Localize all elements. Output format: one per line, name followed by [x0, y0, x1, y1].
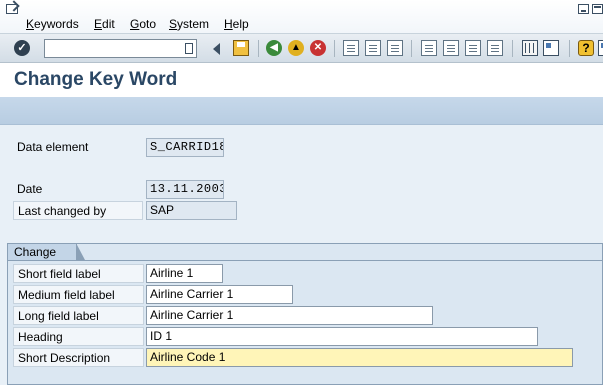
- save-icon[interactable]: [233, 40, 249, 56]
- short-field-label-input[interactable]: Airline 1: [146, 264, 223, 283]
- menu-edit[interactable]: Edit: [94, 17, 115, 31]
- last-changed-by-label: Last changed by: [13, 201, 143, 220]
- cancel-icon[interactable]: ✕: [310, 40, 326, 56]
- command-field[interactable]: [44, 39, 197, 58]
- window-controls: [578, 4, 603, 14]
- minimize-icon[interactable]: [578, 4, 589, 14]
- last-page-icon[interactable]: [487, 40, 503, 56]
- date-label: Date: [17, 182, 43, 196]
- command-history-icon[interactable]: [185, 43, 193, 54]
- print-icon[interactable]: [343, 40, 359, 56]
- layout-icon[interactable]: [598, 40, 603, 56]
- toolbar-separator: [512, 40, 513, 57]
- menu-goto[interactable]: Goto: [130, 17, 156, 31]
- last-changed-by-field: SAP: [146, 201, 237, 220]
- menu-help[interactable]: Help: [224, 17, 249, 31]
- exit-icon[interactable]: ▲: [288, 40, 304, 56]
- menu-bar: Keywords Edit Goto System Help: [0, 0, 603, 34]
- medium-field-label-label: Medium field label: [13, 285, 144, 304]
- menu-keywords[interactable]: Keywords: [26, 17, 79, 31]
- application-toolbar: [0, 97, 603, 125]
- create-session-icon[interactable]: [522, 40, 538, 56]
- next-page-icon[interactable]: [465, 40, 481, 56]
- find-icon[interactable]: [365, 40, 381, 56]
- change-group-title: Change: [7, 243, 85, 260]
- medium-field-label-input[interactable]: Airline Carrier 1: [146, 285, 293, 304]
- shortcut-icon[interactable]: [543, 40, 559, 56]
- long-field-label-label: Long field label: [13, 306, 144, 325]
- title-bar: Change Key Word: [0, 63, 603, 97]
- enter-icon[interactable]: ✓: [14, 40, 30, 56]
- toolbar-separator: [411, 40, 412, 57]
- short-description-label: Short Description: [13, 348, 144, 367]
- long-field-label-input[interactable]: Airline Carrier 1: [146, 306, 433, 325]
- group-divider: [7, 260, 603, 261]
- previous-page-icon[interactable]: [443, 40, 459, 56]
- short-description-input[interactable]: Airline Code 1: [146, 348, 573, 367]
- menu-system[interactable]: System: [169, 17, 209, 31]
- toolbar-separator: [569, 40, 570, 57]
- system-menu-icon[interactable]: [6, 4, 18, 14]
- data-element-field: S_CARRID18: [146, 138, 224, 157]
- page-title: Change Key Word: [14, 69, 178, 90]
- short-field-label-label: Short field label: [13, 264, 144, 283]
- toolbar-separator: [334, 40, 335, 57]
- data-element-label: Data element: [17, 140, 89, 154]
- back-green-icon[interactable]: ◀: [266, 40, 282, 56]
- help-icon[interactable]: ?: [578, 40, 594, 56]
- heading-input[interactable]: ID 1: [146, 327, 538, 346]
- maximize-icon[interactable]: [592, 4, 603, 14]
- first-page-icon[interactable]: [421, 40, 437, 56]
- find-next-icon[interactable]: [387, 40, 403, 56]
- date-field: 13.11.2003: [146, 180, 224, 199]
- standard-toolbar: ✓ ◀ ▲ ✕ ?: [0, 34, 603, 63]
- toolbar-separator: [258, 40, 259, 57]
- heading-label: Heading: [13, 327, 144, 346]
- back-icon[interactable]: [213, 43, 220, 55]
- command-input[interactable]: [45, 40, 175, 57]
